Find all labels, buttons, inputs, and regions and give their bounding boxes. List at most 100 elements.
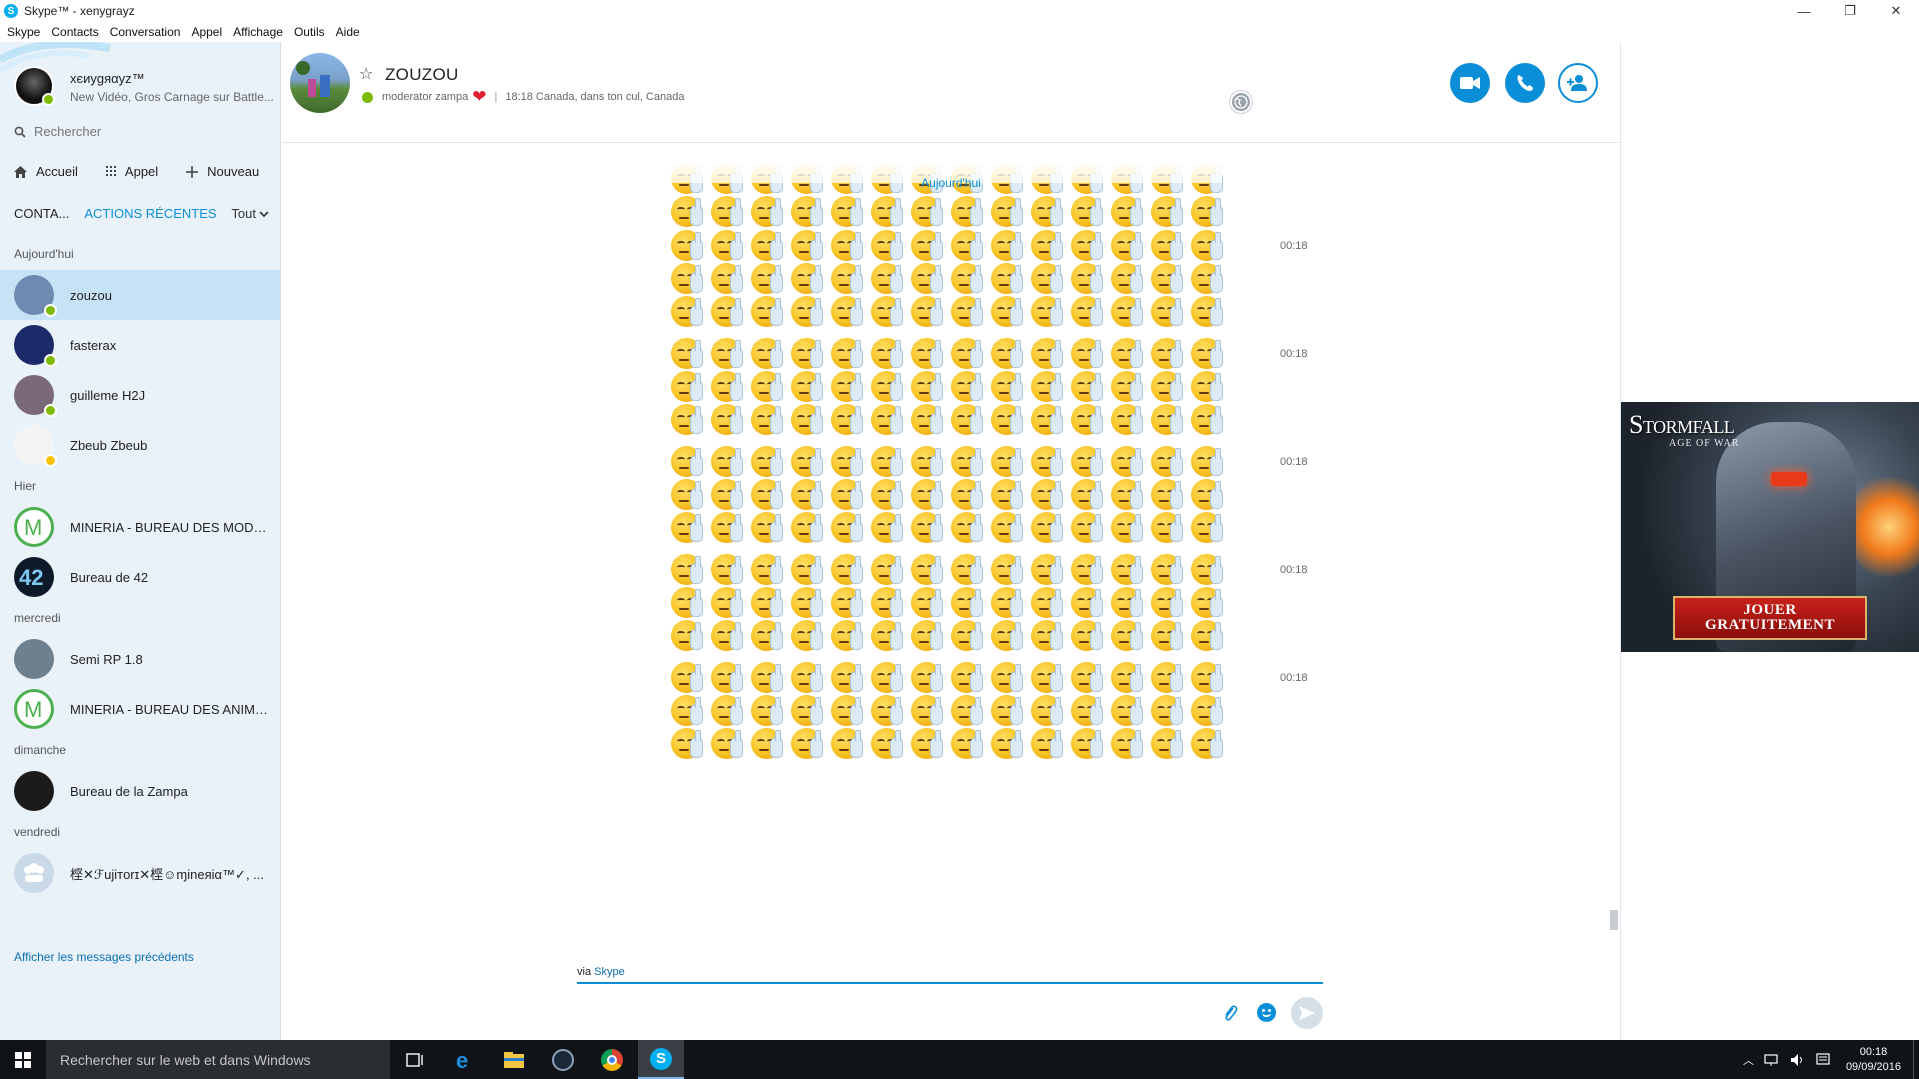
emoji-row [670,337,1230,370]
emoji-row [670,478,1230,511]
middle-finger-emoticon-icon [950,295,986,328]
chat-message[interactable] [670,337,1230,436]
composer-skype-link[interactable]: Skype [594,966,625,978]
recent-conversation-item[interactable]: 42 Bureau de 42 [0,552,280,602]
recent-conversation-item[interactable]: fasterax [0,320,280,370]
home-button[interactable]: Accueil [14,164,78,179]
recent-conversation-item[interactable]: 㭴✕ℱujiтorɪ✕㭴☺ɱineяiα™✓, ... [0,848,280,898]
middle-finger-emoticon-icon [790,478,826,511]
separator: | [494,91,498,103]
emoji-row [670,445,1230,478]
my-mood-message[interactable]: New Vidéo, Gros Carnage sur Battle... [70,90,274,104]
middle-finger-emoticon-icon [710,661,746,694]
middle-finger-emoticon-icon [710,511,746,544]
chevron-up-icon[interactable]: ︿ [1743,1052,1754,1068]
my-display-name: xєиуgяαуz™ [70,71,145,86]
ad-play-button[interactable]: JOUER GRATUITEMENT [1673,596,1867,640]
menu-conversation[interactable]: Conversation [110,25,181,39]
recent-conversation-item[interactable]: Zbeub Zbeub [0,420,280,470]
middle-finger-emoticon-icon [1110,445,1146,478]
recent-conversation-item[interactable]: M MINERIA - BUREAU DES ANIMA... [0,684,280,734]
menu-contacts[interactable]: Contacts [51,25,98,39]
tab-recent-actions[interactable]: ACTIONS RÉCENTES [84,206,216,221]
chat-history[interactable]: 00:18 00:18 00:18 00:18 00:18 Aujourd'hui [282,143,1620,978]
middle-finger-emoticon-icon [750,445,786,478]
tab-contacts[interactable]: CONTA... [14,206,69,221]
send-button[interactable] [1291,997,1323,1029]
volume-icon[interactable] [1790,1053,1806,1067]
taskbar-search[interactable]: Rechercher sur le web et dans Windows [46,1040,390,1079]
taskbar-clock[interactable]: 00:18 09/09/2016 [1846,1045,1901,1075]
skype-taskbar-icon[interactable]: S [638,1040,684,1079]
menu-outils[interactable]: Outils [294,25,325,39]
middle-finger-emoticon-icon [1150,661,1186,694]
show-desktop-button[interactable] [1913,1040,1919,1079]
menu-aide[interactable]: Aide [336,25,360,39]
audio-call-button[interactable] [1505,63,1545,103]
chat-message[interactable] [670,445,1230,544]
middle-finger-emoticon-icon [750,195,786,228]
middle-finger-emoticon-icon [1190,195,1226,228]
middle-finger-emoticon-icon [1070,694,1106,727]
add-people-button[interactable] [1558,63,1598,103]
middle-finger-emoticon-icon [910,727,946,760]
middle-finger-emoticon-icon [990,586,1026,619]
recent-conversation-item[interactable]: guilleme H2J [0,370,280,420]
search-box[interactable] [14,124,254,139]
recent-conversation-item[interactable]: M MINERIA - BUREAU DES MODOS [0,502,280,552]
file-explorer-icon[interactable] [491,1040,537,1079]
recent-conversation-item[interactable]: Semi RP 1.8 [0,634,280,684]
middle-finger-emoticon-icon [990,619,1026,652]
day-separator: Aujourd'hui [921,176,981,190]
middle-finger-emoticon-icon [670,727,706,760]
middle-finger-emoticon-icon [1190,370,1226,403]
chat-message[interactable] [670,661,1230,760]
contact-avatar [14,771,54,811]
globe-icon[interactable] [1230,91,1252,113]
attachment-icon[interactable] [1222,1003,1238,1023]
my-avatar[interactable] [14,66,55,106]
group-label: Aujourd'hui [14,247,74,261]
middle-finger-emoticon-icon [990,553,1026,586]
dialpad-button[interactable]: Appel [105,164,158,179]
maximize-button[interactable]: ❐ [1827,0,1873,22]
middle-finger-emoticon-icon [790,553,826,586]
menu-affichage[interactable]: Affichage [233,25,283,39]
edge-browser-icon[interactable]: e [442,1040,488,1079]
notification-center-icon[interactable] [1816,1052,1830,1067]
video-call-button[interactable] [1450,63,1490,103]
task-view-icon[interactable] [392,1040,438,1079]
network-icon[interactable] [1764,1053,1780,1067]
recent-conversation-item[interactable]: zouzou [0,270,280,320]
middle-finger-emoticon-icon [830,337,866,370]
middle-finger-emoticon-icon [670,694,706,727]
menu-appel[interactable]: Appel [191,25,222,39]
conversation-avatar[interactable] [290,53,350,113]
middle-finger-emoticon-icon [1110,370,1146,403]
new-button[interactable]: Nouveau [186,164,259,179]
chat-message[interactable] [670,229,1230,328]
chat-message[interactable] [670,553,1230,652]
steam-icon[interactable] [540,1040,586,1079]
favorite-star-icon[interactable]: ☆ [359,64,373,84]
search-input[interactable] [34,124,254,139]
advertisement-banner[interactable]: Stormfall AGE OF WAR JOUER GRATUITEMENT [1621,402,1919,652]
menu-skype[interactable]: Skype [7,25,40,39]
home-label: Accueil [36,164,78,179]
emoji-row [670,727,1230,760]
message-input[interactable]: via Skype [577,966,1323,984]
show-previous-messages-link[interactable]: Afficher les messages précédents [14,950,194,964]
middle-finger-emoticon-icon [1150,262,1186,295]
middle-finger-emoticon-icon [1110,403,1146,436]
start-button[interactable] [0,1040,46,1079]
my-profile[interactable]: xєиуgяαуz™ New Vidéo, Gros Carnage sur B… [14,66,274,106]
chrome-browser-icon[interactable] [589,1040,635,1079]
minimize-button[interactable]: — [1781,0,1827,22]
close-button[interactable]: ✕ [1873,0,1919,22]
emoticon-picker-icon[interactable] [1257,1003,1276,1022]
recent-conversation-item[interactable]: Bureau de la Zampa [0,766,280,816]
filter-dropdown[interactable]: Tout [231,206,269,221]
middle-finger-emoticon-icon [750,694,786,727]
filter-label: Tout [231,206,256,221]
chat-scrollbar[interactable] [1610,910,1618,930]
